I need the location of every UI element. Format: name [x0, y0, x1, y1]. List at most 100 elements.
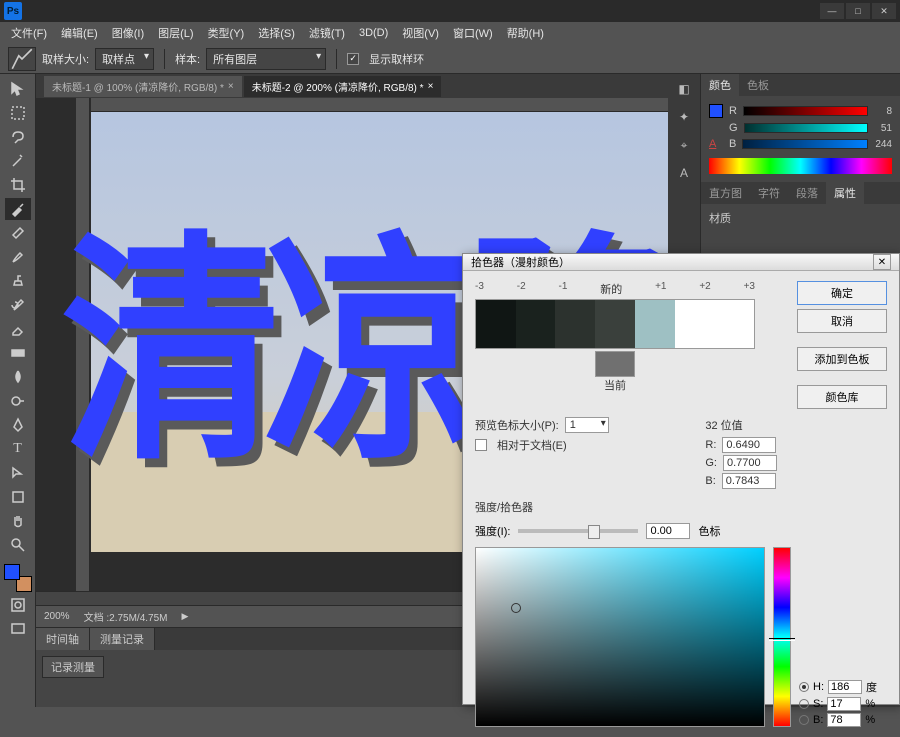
r-slider[interactable] — [743, 106, 868, 116]
fg-chip[interactable] — [709, 104, 723, 118]
maximize-button[interactable]: □ — [846, 3, 870, 19]
menu-3d[interactable]: 3D(D) — [354, 25, 393, 41]
ruler-horizontal[interactable] — [91, 98, 668, 112]
histogram-tab[interactable]: 直方图 — [701, 182, 750, 204]
menu-select[interactable]: 选择(S) — [253, 23, 300, 43]
relative-checkbox[interactable] — [475, 439, 487, 451]
color-swatches[interactable] — [4, 564, 32, 592]
r-value[interactable]: 8 — [874, 106, 892, 117]
doc-info: 文档 :2.75M/4.75M — [84, 609, 168, 624]
char-icon[interactable]: A — [674, 164, 694, 182]
saturation-value-picker[interactable] — [475, 547, 765, 727]
h-input[interactable] — [828, 680, 862, 694]
b-label: B — [729, 138, 736, 150]
healing-brush-tool[interactable] — [5, 222, 31, 244]
lasso-tool[interactable] — [5, 126, 31, 148]
brushes-icon[interactable]: ⌖ — [674, 136, 694, 154]
dodge-tool[interactable] — [5, 390, 31, 412]
sample-size-dropdown[interactable]: 取样点 — [95, 48, 154, 70]
h-radio[interactable] — [799, 682, 809, 692]
new-label: 新的 — [600, 281, 622, 297]
path-selection-tool[interactable] — [5, 462, 31, 484]
record-measure-button[interactable]: 记录测量 — [42, 656, 104, 678]
current-swatch[interactable] — [595, 351, 635, 377]
hue-cursor[interactable] — [769, 638, 795, 641]
properties-tab[interactable]: 属性 — [826, 182, 864, 204]
menu-help[interactable]: 帮助(H) — [502, 23, 549, 43]
g-value[interactable]: 51 — [874, 123, 892, 134]
hue-slider[interactable] — [773, 547, 791, 727]
tab-close-icon[interactable]: × — [228, 81, 234, 92]
menu-filter[interactable]: 滤镜(T) — [304, 23, 350, 43]
b-slider[interactable] — [742, 139, 868, 149]
s-radio[interactable] — [799, 699, 809, 709]
type-tool[interactable]: T — [5, 438, 31, 460]
r32-input[interactable]: 0.6490 — [722, 437, 776, 453]
quickmask-toggle[interactable] — [5, 594, 31, 616]
hand-tool[interactable] — [5, 510, 31, 532]
clone-stamp-tool[interactable] — [5, 270, 31, 292]
b-value[interactable]: 244 — [874, 139, 892, 150]
menu-edit[interactable]: 编辑(E) — [56, 23, 103, 43]
preview-size-spinner[interactable]: 1 — [565, 417, 609, 433]
move-tool[interactable] — [5, 78, 31, 100]
crop-tool[interactable] — [5, 174, 31, 196]
show-ring-checkbox[interactable]: ✓ — [347, 53, 359, 65]
s-input[interactable] — [827, 697, 861, 711]
brush-tool[interactable] — [5, 246, 31, 268]
bval-input[interactable] — [827, 713, 861, 727]
intensity-slider[interactable] — [518, 529, 638, 533]
intensity-input[interactable]: 0.00 — [646, 523, 690, 539]
history-brush-tool[interactable] — [5, 294, 31, 316]
b32-input[interactable]: 0.7843 — [722, 473, 776, 489]
sv-cursor[interactable] — [511, 603, 521, 613]
paragraph-tab[interactable]: 段落 — [788, 182, 826, 204]
add-swatch-button[interactable]: 添加到色板 — [797, 347, 887, 371]
menu-window[interactable]: 窗口(W) — [448, 23, 498, 43]
pen-tool[interactable] — [5, 414, 31, 436]
minimize-button[interactable]: — — [820, 3, 844, 19]
sample-dropdown[interactable]: 所有图层 — [206, 48, 326, 70]
ok-button[interactable]: 确定 — [797, 281, 887, 305]
swatches-tab[interactable]: 色板 — [739, 74, 777, 96]
gradient-tool[interactable] — [5, 342, 31, 364]
document-tab[interactable]: 未标题-1 @ 100% (清凉降价, RGB/8) * × — [44, 76, 242, 97]
zoom-value[interactable]: 200% — [44, 611, 70, 622]
menu-layer[interactable]: 图层(L) — [153, 23, 198, 43]
eyedropper-tool[interactable] — [5, 198, 31, 220]
magic-wand-tool[interactable] — [5, 150, 31, 172]
menu-type[interactable]: 类型(Y) — [203, 23, 250, 43]
spectrum-bar[interactable] — [709, 158, 892, 174]
screenmode-toggle[interactable] — [5, 618, 31, 640]
menu-view[interactable]: 视图(V) — [397, 23, 444, 43]
dialog-close-button[interactable]: ✕ — [873, 254, 891, 270]
blur-tool[interactable] — [5, 366, 31, 388]
history-icon[interactable]: ◧ — [674, 80, 694, 98]
navigator-icon[interactable]: ✦ — [674, 108, 694, 126]
tab-close-icon[interactable]: × — [428, 81, 434, 92]
eraser-tool[interactable] — [5, 318, 31, 340]
color-tab[interactable]: 颜色 — [701, 74, 739, 96]
stop-label: -2 — [517, 281, 526, 297]
document-tabs: 未标题-1 @ 100% (清凉降价, RGB/8) * × 未标题-2 @ 2… — [36, 74, 668, 98]
color-library-button[interactable]: 颜色库 — [797, 385, 887, 409]
menu-image[interactable]: 图像(I) — [107, 23, 149, 43]
stops-swatches[interactable] — [475, 299, 755, 349]
marquee-tool[interactable] — [5, 102, 31, 124]
color-picker-dialog: 拾色器（漫射颜色） ✕ -3 -2 -1 新的 +1 +2 +3 — [462, 253, 900, 705]
close-button[interactable]: ✕ — [872, 3, 896, 19]
b-radio[interactable] — [799, 715, 809, 725]
measure-tab[interactable]: 测量记录 — [90, 628, 155, 650]
zoom-tool[interactable] — [5, 534, 31, 556]
timeline-tab[interactable]: 时间轴 — [36, 628, 90, 650]
tool-preset-picker[interactable] — [8, 47, 36, 71]
cancel-button[interactable]: 取消 — [797, 309, 887, 333]
menu-file[interactable]: 文件(F) — [6, 23, 52, 43]
g32-input[interactable]: 0.7700 — [723, 455, 777, 471]
shape-tool[interactable] — [5, 486, 31, 508]
foreground-swatch[interactable] — [4, 564, 20, 580]
document-tab[interactable]: 未标题-2 @ 200% (清凉降价, RGB/8) * × — [244, 76, 442, 97]
g-slider[interactable] — [744, 123, 868, 133]
dialog-titlebar[interactable]: 拾色器（漫射颜色） ✕ — [463, 254, 899, 271]
character-tab[interactable]: 字符 — [750, 182, 788, 204]
